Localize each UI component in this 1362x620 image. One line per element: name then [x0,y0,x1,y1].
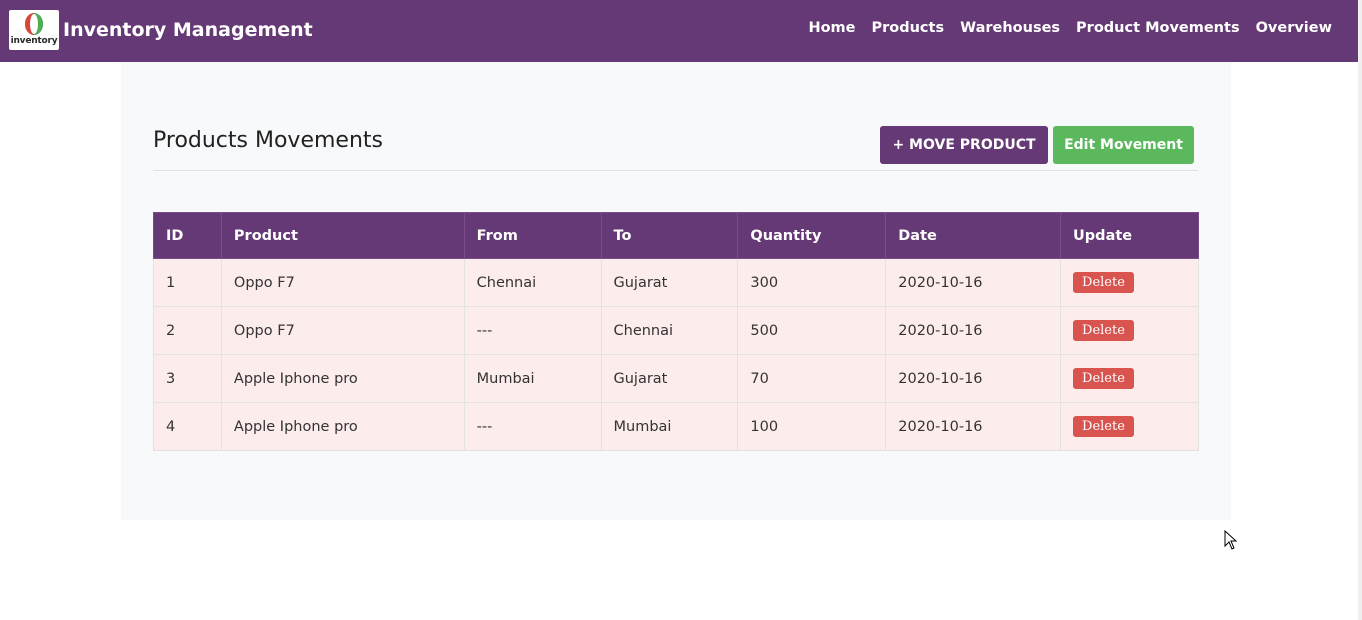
delete-button[interactable]: Delete [1073,272,1134,293]
delete-button[interactable]: Delete [1073,416,1134,437]
top-navbar: inventory Inventory Management Home Prod… [0,0,1358,62]
cell-update: Delete [1060,354,1199,403]
cell-id: 1 [153,258,222,307]
table-header-row: ID Product From To Quantity Date Update [153,212,1199,259]
cell-product: Apple Iphone pro [220,354,465,403]
scrollbar[interactable] [1358,0,1362,620]
cell-quantity: 100 [737,402,887,451]
nav-product-movements[interactable]: Product Movements [1076,20,1240,36]
cell-date: 2020-10-16 [885,354,1062,403]
cell-to: Gujarat [600,354,739,403]
cell-id: 3 [153,354,222,403]
table-row: 3 Apple Iphone pro Mumbai Gujarat 70 202… [153,354,1199,403]
header-product: Product [220,212,465,259]
cell-product: Apple Iphone pro [220,402,465,451]
cell-to: Gujarat [600,258,739,307]
cell-quantity: 70 [737,354,887,403]
cell-to: Mumbai [600,402,739,451]
brand-title: Inventory Management [63,19,313,41]
cell-from: Chennai [463,258,602,307]
cell-id: 4 [153,402,222,451]
header-update: Update [1060,212,1199,259]
cell-product: Oppo F7 [220,306,465,355]
cell-product: Oppo F7 [220,258,465,307]
cell-quantity: 300 [737,258,887,307]
cell-update: Delete [1060,258,1199,307]
cell-from: Mumbai [463,354,602,403]
delete-button[interactable]: Delete [1073,368,1134,389]
logo-text: inventory [10,36,58,46]
cell-date: 2020-10-16 [885,402,1062,451]
cell-date: 2020-10-16 [885,306,1062,355]
cell-update: Delete [1060,402,1199,451]
cell-from: --- [463,402,602,451]
page-title: Products Movements [153,128,383,153]
cell-from: --- [463,306,602,355]
nav-products[interactable]: Products [871,20,944,36]
nav-overview[interactable]: Overview [1256,20,1332,36]
title-divider [153,170,1198,171]
cell-id: 2 [153,306,222,355]
movements-table: ID Product From To Quantity Date Update … [153,212,1199,451]
nav-links: Home Products Warehouses Product Movemen… [808,20,1332,36]
header-from: From [463,212,602,259]
header-date: Date [885,212,1062,259]
move-product-button[interactable]: + MOVE PRODUCT [880,126,1048,164]
header-to: To [600,212,739,259]
header-quantity: Quantity [737,212,887,259]
table-row: 1 Oppo F7 Chennai Gujarat 300 2020-10-16… [153,258,1199,307]
cell-to: Chennai [600,306,739,355]
nav-warehouses[interactable]: Warehouses [960,20,1060,36]
table-row: 4 Apple Iphone pro --- Mumbai 100 2020-1… [153,402,1199,451]
brand[interactable]: inventory Inventory Management [9,10,313,50]
nav-home[interactable]: Home [808,20,855,36]
delete-button[interactable]: Delete [1073,320,1134,341]
header-id: ID [153,212,222,259]
table-row: 2 Oppo F7 --- Chennai 500 2020-10-16 Del… [153,306,1199,355]
mouse-cursor-icon [1224,529,1238,554]
cell-quantity: 500 [737,306,887,355]
cell-update: Delete [1060,306,1199,355]
cell-date: 2020-10-16 [885,258,1062,307]
inventory-logo-icon: inventory [9,10,59,50]
edit-movement-button[interactable]: Edit Movement [1053,126,1194,164]
